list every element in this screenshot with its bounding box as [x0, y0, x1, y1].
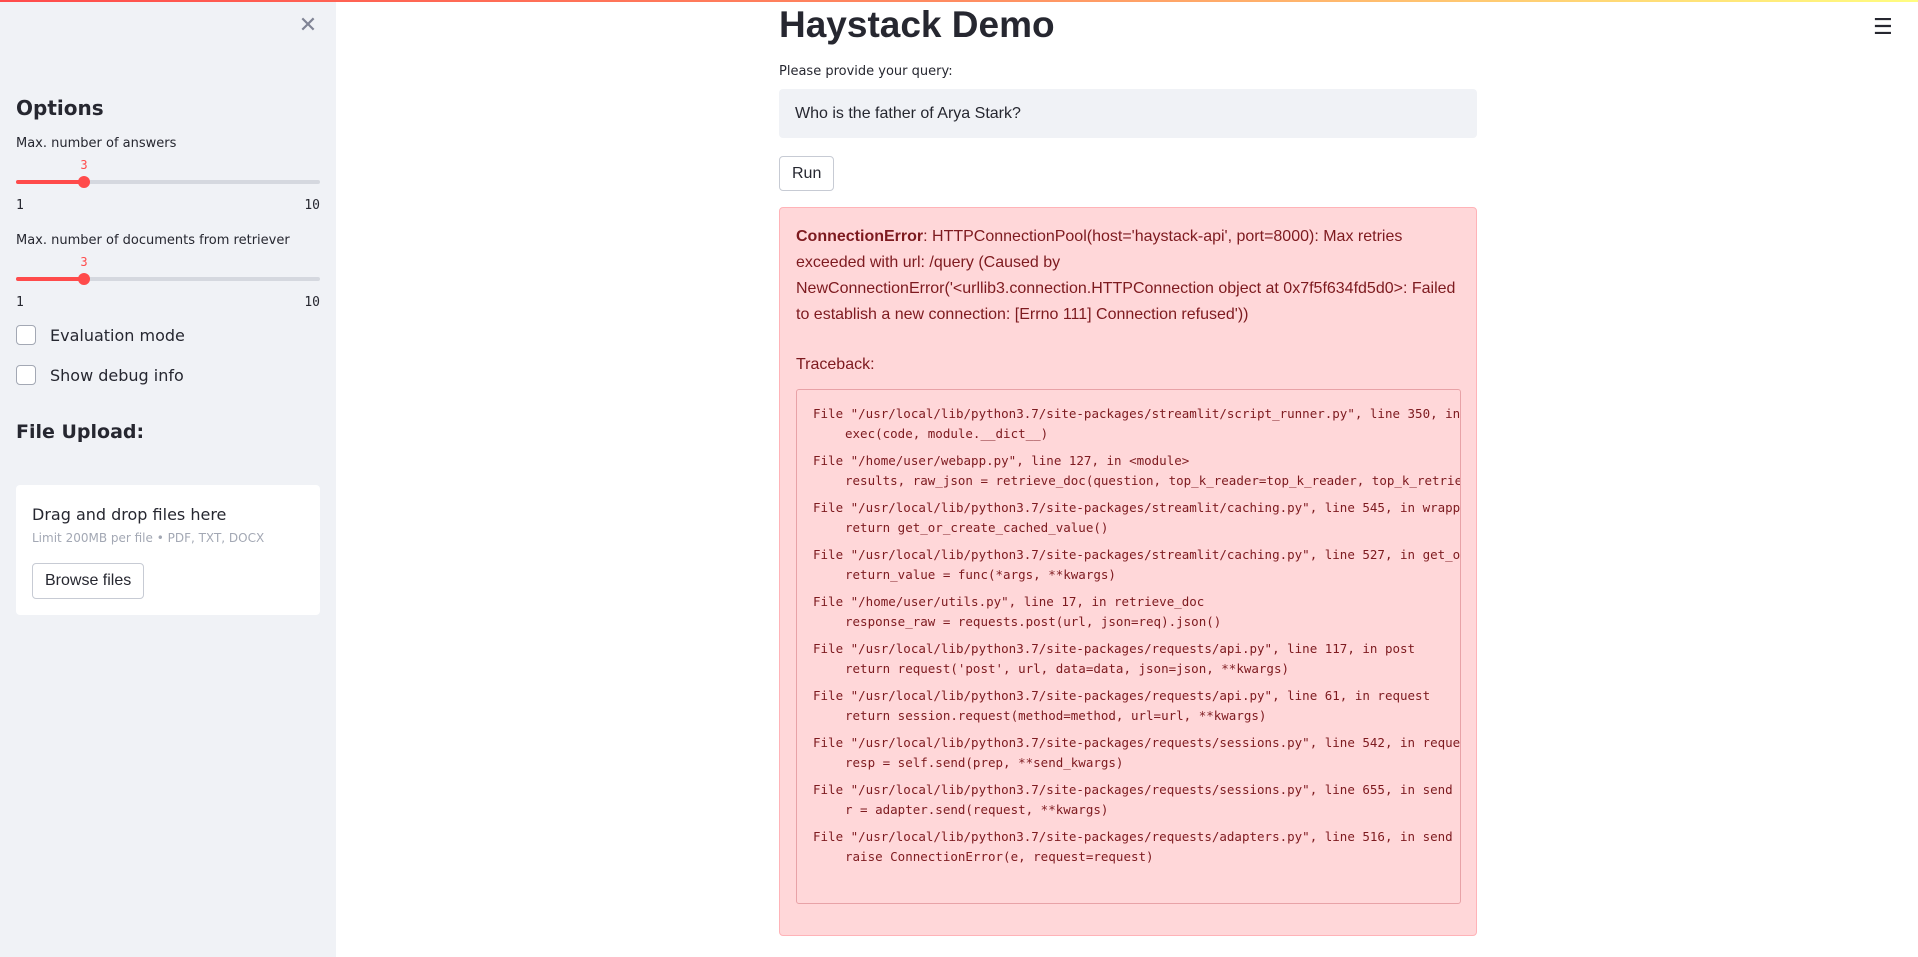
page-title: Haystack Demo: [779, 4, 1055, 45]
slider-fill: [16, 180, 84, 184]
traceback-frame: File "/usr/local/lib/python3.7/site-pack…: [813, 404, 1460, 443]
frame-code: resp = self.send(prep, **send_kwargs): [845, 754, 1124, 770]
frame-code: exec(code, module.__dict__): [845, 425, 1049, 441]
traceback-frame: File "/home/user/utils.py", line 17, in …: [813, 592, 1460, 631]
slider-value: 3: [80, 255, 88, 269]
frame-file: File "/usr/local/lib/python3.7/site-pack…: [813, 829, 1453, 844]
frame-code: return get_or_create_cached_value(): [845, 519, 1109, 535]
frame-file: File "/home/user/webapp.py", line 127, i…: [813, 453, 1190, 468]
frame-code: r = adapter.send(request, **kwargs): [845, 801, 1109, 817]
frame-file: File "/usr/local/lib/python3.7/site-pack…: [813, 782, 1453, 797]
traceback-frame: File "/usr/local/lib/python3.7/site-pack…: [813, 498, 1460, 537]
frame-file: File "/usr/local/lib/python3.7/site-pack…: [813, 735, 1461, 750]
sidebar: ✕ Options Max. number of answers 3 1 10 …: [0, 0, 336, 957]
frame-file: File "/usr/local/lib/python3.7/site-pack…: [813, 406, 1461, 421]
file-upload-title: File Upload:: [16, 421, 145, 443]
traceback-frame: File "/usr/local/lib/python3.7/site-pack…: [813, 686, 1460, 725]
error-type: ConnectionError: [796, 228, 924, 245]
file-dropzone[interactable]: Drag and drop files here Limit 200MB per…: [16, 485, 320, 615]
frame-file: File "/usr/local/lib/python3.7/site-pack…: [813, 641, 1416, 656]
dropzone-text: Drag and drop files here: [32, 505, 227, 524]
traceback-frame: File "/usr/local/lib/python3.7/site-pack…: [813, 827, 1460, 866]
traceback-box[interactable]: File "/usr/local/lib/python3.7/site-pack…: [796, 389, 1461, 904]
top-decoration-bar: [0, 0, 1918, 2]
checkbox-label: Show debug info: [50, 365, 184, 385]
traceback-label: Traceback:: [796, 356, 875, 373]
checkbox-label: Evaluation mode: [50, 325, 185, 345]
frame-file: File "/usr/local/lib/python3.7/site-pack…: [813, 500, 1461, 515]
run-button[interactable]: Run: [779, 156, 835, 191]
slider-value: 3: [80, 158, 88, 172]
show-debug-info-checkbox[interactable]: Show debug info: [16, 365, 184, 385]
traceback-frame: File "/usr/local/lib/python3.7/site-pack…: [813, 545, 1460, 584]
dropzone-limit-text: Limit 200MB per file • PDF, TXT, DOCX: [32, 531, 265, 545]
browse-files-button[interactable]: Browse files: [32, 563, 145, 599]
frame-code: return session.request(method=method, ur…: [845, 707, 1267, 723]
checkbox-icon[interactable]: [16, 365, 36, 385]
frame-code: response_raw = requests.post(url, json=r…: [845, 613, 1222, 629]
max-answers-slider[interactable]: 3 1 10: [16, 144, 320, 213]
slider-thumb[interactable]: [78, 176, 90, 188]
slider-max-label: 10: [304, 295, 320, 310]
frame-code: results, raw_json = retrieve_doc(questio…: [845, 472, 1461, 488]
hamburger-menu-icon[interactable]: ☰: [1873, 16, 1895, 40]
traceback-frame: File "/usr/local/lib/python3.7/site-pack…: [813, 733, 1460, 772]
error-message: ConnectionError: HTTPConnectionPool(host…: [796, 224, 1460, 328]
frame-code: return_value = func(*args, **kwargs): [845, 566, 1116, 582]
query-input[interactable]: [779, 89, 1477, 138]
traceback-frame: File "/usr/local/lib/python3.7/site-pack…: [813, 639, 1460, 678]
slider-min-label: 1: [16, 198, 24, 213]
options-title: Options: [16, 96, 104, 120]
frame-file: File "/usr/local/lib/python3.7/site-pack…: [813, 547, 1461, 562]
slider-thumb[interactable]: [78, 273, 90, 285]
slider-max-label: 10: [304, 198, 320, 213]
slider-fill: [16, 277, 84, 281]
evaluation-mode-checkbox[interactable]: Evaluation mode: [16, 325, 185, 345]
frame-file: File "/home/user/utils.py", line 17, in …: [813, 594, 1205, 609]
query-label: Please provide your query:: [779, 64, 953, 79]
max-docs-slider[interactable]: 3 1 10: [16, 241, 320, 310]
slider-min-label: 1: [16, 295, 24, 310]
traceback-frame: File "/home/user/webapp.py", line 127, i…: [813, 451, 1460, 490]
error-alert: ConnectionError: HTTPConnectionPool(host…: [779, 207, 1477, 936]
close-icon[interactable]: ✕: [296, 14, 320, 38]
traceback-frame: File "/usr/local/lib/python3.7/site-pack…: [813, 780, 1460, 819]
frame-file: File "/usr/local/lib/python3.7/site-pack…: [813, 688, 1431, 703]
frame-code: raise ConnectionError(e, request=request…: [845, 848, 1154, 864]
frame-code: return request('post', url, data=data, j…: [845, 660, 1290, 676]
checkbox-icon[interactable]: [16, 325, 36, 345]
